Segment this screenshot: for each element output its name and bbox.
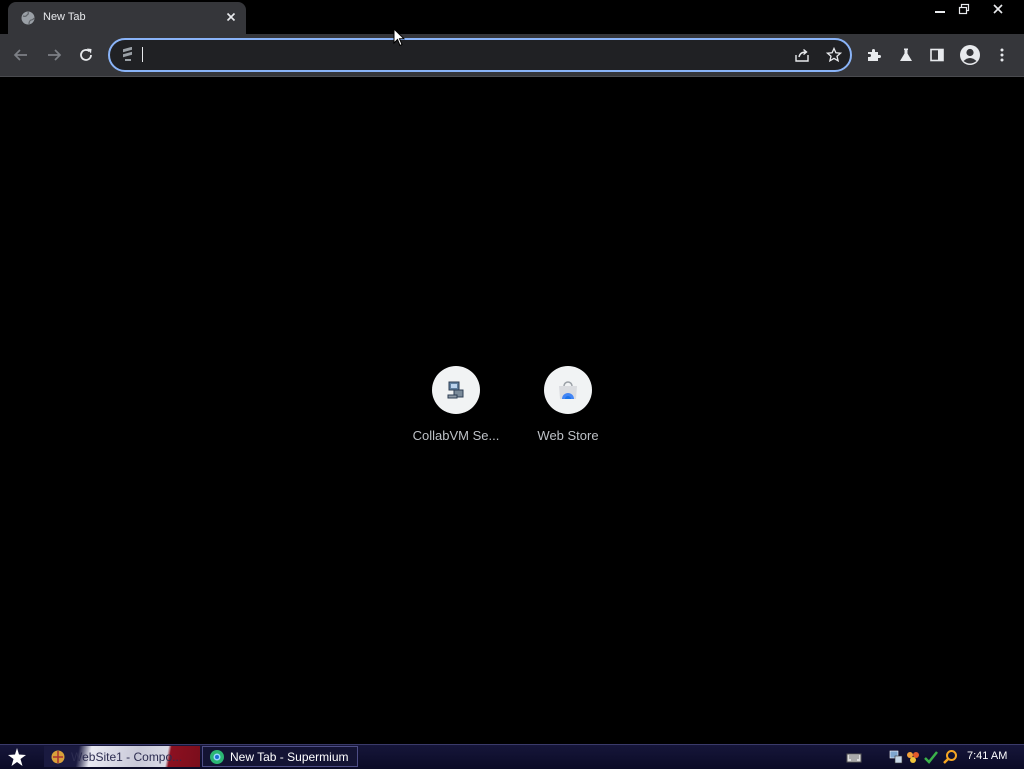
back-button[interactable]	[11, 45, 31, 65]
taskbar-item-website1[interactable]: WebSite1 - Compo...	[44, 746, 200, 767]
profile-button[interactable]	[958, 43, 982, 67]
shortcut-label: CollabVM Se...	[412, 428, 500, 443]
restore-icon	[958, 3, 970, 15]
collabvm-computer-icon	[447, 381, 464, 399]
page-info-icon[interactable]	[120, 47, 136, 63]
share-icon	[795, 48, 809, 62]
tab-close-icon[interactable]	[223, 9, 239, 25]
network-icon[interactable]	[888, 749, 904, 765]
tab-new-tab[interactable]: New Tab	[8, 2, 246, 34]
taskbar-clock[interactable]: 7:41 AM	[967, 750, 1007, 762]
shortcut-collabvm[interactable]: CollabVM Se...	[400, 366, 512, 450]
start-button[interactable]	[6, 747, 28, 767]
side-panel-icon	[930, 48, 944, 62]
taskbar-item-label: New Tab - Supermium	[230, 749, 349, 764]
minimize-button[interactable]	[928, 0, 952, 18]
browser-toolbar	[0, 34, 1024, 77]
supermium-icon	[210, 749, 224, 764]
arrow-left-icon	[13, 49, 27, 61]
side-panel-button[interactable]	[927, 45, 947, 65]
restore-button[interactable]	[952, 0, 976, 18]
shortcut-icon-circle	[544, 366, 592, 414]
window-close-button[interactable]	[978, 0, 1018, 18]
more-vert-icon	[1000, 48, 1004, 62]
shield-icon[interactable]	[923, 749, 939, 765]
web-store-icon	[559, 381, 577, 399]
flask-icon	[900, 48, 912, 61]
forward-button[interactable]	[44, 45, 64, 65]
labs-button[interactable]	[896, 45, 916, 65]
tab-title: New Tab	[43, 11, 86, 23]
shortcut-label: Web Store	[537, 428, 599, 443]
search-icon[interactable]	[942, 749, 958, 765]
close-icon	[993, 4, 1003, 14]
title-bar: New Tab	[0, 0, 1024, 34]
star-icon	[826, 47, 842, 63]
address-input[interactable]	[142, 44, 786, 68]
taskbar-item-supermium[interactable]: New Tab - Supermium	[202, 746, 358, 767]
mouse-cursor-icon	[393, 28, 405, 47]
shortcut-web-store[interactable]: Web Store	[512, 366, 624, 450]
address-bar[interactable]	[108, 38, 852, 72]
shortcut-icon-circle	[432, 366, 480, 414]
reload-icon	[80, 48, 92, 61]
minimize-icon	[935, 11, 945, 13]
menu-button[interactable]	[992, 45, 1012, 65]
share-button[interactable]	[792, 45, 812, 65]
avatar-icon	[960, 45, 980, 65]
reload-button[interactable]	[76, 45, 96, 65]
taskbar-item-label: WebSite1 - Compo...	[71, 749, 183, 764]
taskbar: WebSite1 - Compo... New Tab - Supermium …	[0, 744, 1024, 769]
arrow-right-icon	[48, 49, 62, 61]
text-caret	[142, 47, 143, 62]
bookmark-button[interactable]	[824, 45, 844, 65]
globe-icon	[21, 11, 35, 25]
puzzle-icon	[868, 49, 881, 61]
extensions-button[interactable]	[864, 45, 884, 65]
keyboard-icon[interactable]	[846, 749, 862, 765]
website-app-icon	[51, 750, 65, 763]
people-icon[interactable]	[905, 749, 921, 765]
